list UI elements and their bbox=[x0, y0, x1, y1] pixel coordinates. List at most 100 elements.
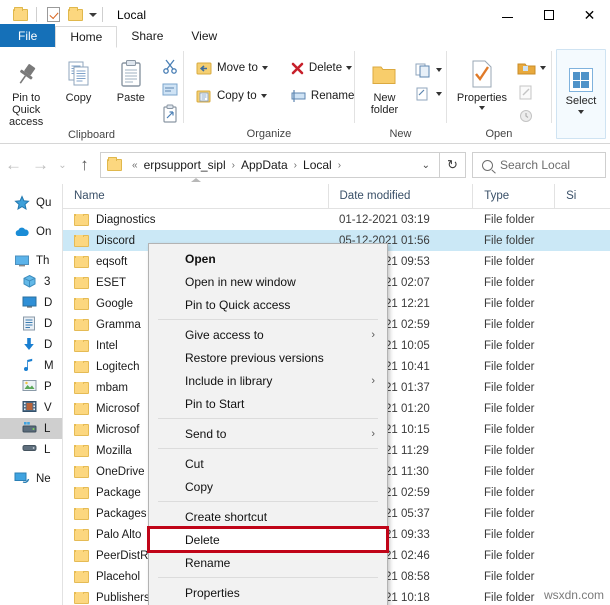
menu-item-send-to[interactable]: Send to › bbox=[149, 422, 387, 445]
chevron-down-icon[interactable] bbox=[435, 68, 442, 72]
forward-button[interactable]: → bbox=[27, 151, 54, 179]
column-header-name[interactable]: Name bbox=[63, 177, 328, 209]
menu-item-restore-previous-versions[interactable]: Restore previous versions bbox=[149, 346, 387, 369]
pin-to-quick-access-button[interactable]: Pin to Quick access bbox=[0, 51, 52, 128]
chevron-down-icon[interactable] bbox=[260, 94, 267, 98]
easy-access-button[interactable] bbox=[410, 83, 446, 105]
copy-to-button[interactable]: Copy to bbox=[192, 85, 272, 107]
nav-item-videos[interactable]: V bbox=[0, 397, 62, 418]
copy-button[interactable]: Copy bbox=[52, 51, 104, 104]
column-header-size[interactable]: Si bbox=[554, 183, 610, 209]
menu-item-open-in-new-window[interactable]: Open in new window bbox=[149, 270, 387, 293]
menu-item-cut[interactable]: Cut bbox=[149, 452, 387, 475]
back-button[interactable]: ← bbox=[0, 151, 27, 179]
menu-item-create-shortcut[interactable]: Create shortcut bbox=[149, 505, 387, 528]
menu-item-label: Delete bbox=[185, 532, 220, 547]
menu-item-copy[interactable]: Copy bbox=[149, 475, 387, 498]
breadcrumb-separator[interactable]: › bbox=[289, 160, 302, 171]
folder-icon bbox=[101, 157, 127, 171]
open-folder-button[interactable] bbox=[513, 57, 550, 79]
context-menu: Open Open in new window Pin to Quick acces… bbox=[147, 243, 389, 605]
properties-check-icon[interactable] bbox=[42, 4, 64, 26]
nav-item-music[interactable]: M bbox=[0, 355, 62, 376]
breadcrumb-item-appdata[interactable]: AppData bbox=[240, 158, 289, 172]
chevron-down-icon[interactable] bbox=[346, 66, 353, 70]
rename-button[interactable]: Rename bbox=[286, 85, 358, 107]
chevron-down-icon[interactable] bbox=[539, 66, 546, 70]
new-folder-button[interactable]: New folder bbox=[359, 51, 410, 116]
tab-file[interactable]: File bbox=[0, 24, 56, 47]
quick-access-star-icon bbox=[14, 194, 30, 211]
chevron-down-icon[interactable] bbox=[261, 66, 268, 70]
refresh-button[interactable]: ↻ bbox=[440, 152, 466, 178]
recent-locations-button[interactable]: ⌄ bbox=[54, 151, 71, 179]
menu-item-rename[interactable]: Rename bbox=[149, 551, 387, 574]
nav-item-label: 3 bbox=[44, 275, 51, 288]
menu-item-properties[interactable]: Properties bbox=[149, 581, 387, 604]
nav-item-network[interactable]: Ne bbox=[0, 468, 62, 489]
breadcrumb-separator[interactable]: › bbox=[227, 160, 240, 171]
column-header-type[interactable]: Type bbox=[472, 183, 554, 209]
menu-item-include-in-library[interactable]: Include in library › bbox=[149, 369, 387, 392]
chevron-down-icon[interactable] bbox=[478, 106, 485, 110]
menu-item-pin-to-start[interactable]: Pin to Start bbox=[149, 392, 387, 415]
new-item-button[interactable] bbox=[410, 59, 446, 81]
folder-icon bbox=[74, 360, 89, 373]
new-folder-icon[interactable] bbox=[64, 4, 86, 26]
cell-type: File folder bbox=[484, 591, 535, 604]
nav-item-downloads[interactable]: D bbox=[0, 334, 62, 355]
folder-icon bbox=[74, 465, 89, 478]
copy-path-button[interactable] bbox=[157, 79, 183, 101]
nav-item-local-disk[interactable]: L bbox=[0, 418, 62, 439]
cell-date-modified: 01-12-2021 03:19 bbox=[339, 213, 430, 226]
cell-type: File folder bbox=[484, 213, 535, 226]
pin-icon bbox=[12, 55, 40, 89]
chevron-down-icon[interactable] bbox=[577, 110, 584, 114]
nav-item-quick-access[interactable]: Qu bbox=[0, 192, 62, 213]
nav-item-drive[interactable]: L bbox=[0, 439, 62, 460]
open-folder-icon bbox=[517, 63, 536, 74]
chevron-down-icon[interactable] bbox=[89, 13, 97, 17]
menu-item-open[interactable]: Open bbox=[149, 247, 387, 270]
search-box[interactable]: Search Local bbox=[472, 152, 606, 178]
chevron-down-icon[interactable] bbox=[435, 92, 442, 96]
nav-item-pictures[interactable]: P bbox=[0, 376, 62, 397]
new-item-icon bbox=[415, 63, 430, 78]
tab-view[interactable]: View bbox=[177, 25, 231, 47]
nav-item-3d-objects[interactable]: 3 bbox=[0, 271, 62, 292]
folder-icon bbox=[74, 318, 89, 331]
folder-icon bbox=[74, 255, 89, 268]
menu-item-delete[interactable]: Delete bbox=[147, 526, 389, 553]
column-header-date-modified[interactable]: Date modified bbox=[327, 183, 473, 209]
menu-separator bbox=[158, 319, 378, 320]
menu-item-give-access-to[interactable]: Give access to › bbox=[149, 323, 387, 346]
nav-item-documents[interactable]: D bbox=[0, 313, 62, 334]
cell-type: File folder bbox=[484, 381, 535, 394]
tab-share[interactable]: Share bbox=[117, 25, 177, 47]
move-to-button[interactable]: Move to bbox=[192, 57, 272, 79]
breadcrumb-separator[interactable]: › bbox=[333, 160, 346, 171]
address-dropdown-icon[interactable]: ⌄ bbox=[413, 160, 439, 171]
tab-home[interactable]: Home bbox=[55, 26, 118, 48]
folder-icon bbox=[74, 486, 89, 499]
up-button[interactable]: ↑ bbox=[71, 151, 98, 179]
menu-item-pin-to-quick-access[interactable]: Pin to Quick access bbox=[149, 293, 387, 316]
select-button[interactable]: Select bbox=[557, 54, 605, 114]
delete-button[interactable]: Delete bbox=[286, 57, 358, 79]
address-bar[interactable]: « erpsupport_sipl › AppData › Local › ⌄ bbox=[100, 152, 440, 178]
properties-button[interactable]: Properties bbox=[451, 51, 513, 110]
group-caption-select bbox=[557, 122, 605, 138]
breadcrumb-overflow[interactable]: « bbox=[127, 160, 143, 171]
nav-item-onedrive[interactable]: On bbox=[0, 221, 62, 242]
nav-item-this-pc[interactable]: Th bbox=[0, 250, 62, 271]
ribbon-group-organize: Move to Copy to Delete Rename Organize bbox=[184, 47, 354, 143]
folder-icon[interactable] bbox=[9, 4, 31, 26]
nav-item-desktop[interactable]: D bbox=[0, 292, 62, 313]
paste-button[interactable]: Paste bbox=[105, 51, 157, 104]
breadcrumb-item-user[interactable]: erpsupport_sipl bbox=[143, 158, 227, 172]
documents-icon bbox=[22, 316, 38, 332]
paste-shortcut-button[interactable] bbox=[157, 103, 183, 125]
table-row[interactable]: Diagnostics 01-12-2021 03:19 File folder bbox=[63, 209, 610, 230]
cut-button[interactable] bbox=[157, 55, 183, 77]
breadcrumb-item-local[interactable]: Local bbox=[302, 158, 333, 172]
